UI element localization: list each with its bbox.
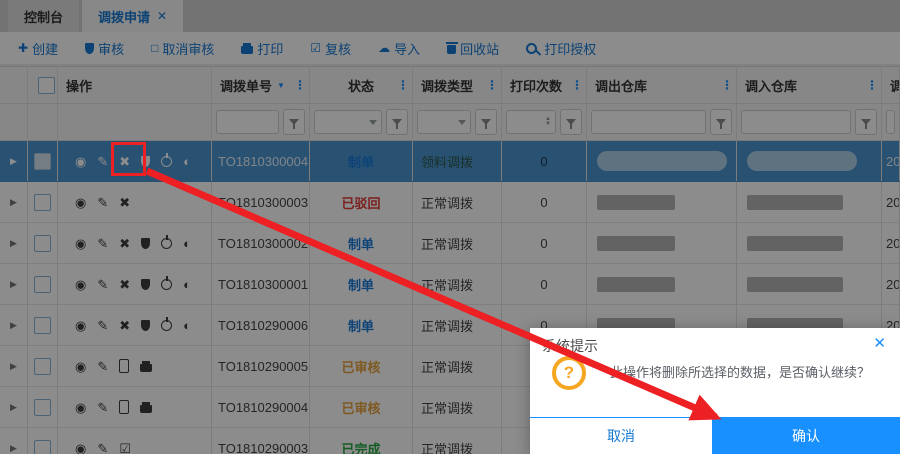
confirm-button[interactable]: 确认 bbox=[712, 418, 900, 454]
dialog-title: 系统提示 bbox=[542, 338, 598, 354]
close-icon[interactable]: ✕ bbox=[873, 334, 886, 352]
dialog-message: 此操作将删除所选择的数据，是否确认继续？ bbox=[610, 365, 871, 380]
question-icon: ? bbox=[552, 356, 586, 390]
cancel-button[interactable]: 取消 bbox=[530, 418, 712, 454]
app-window: 控制台 调拨申请 ✕ ✚ 创建 审核 □ 取消审核 打印 ☑ 复核 ☁ 导入 回收站 打印授权 操作 调拨单… bbox=[0, 0, 900, 454]
dialog-footer: 取消 确认 bbox=[530, 417, 900, 454]
annotation-highlight-box bbox=[111, 142, 146, 176]
confirm-dialog: 系统提示 ✕ ? 此操作将删除所选择的数据，是否确认继续？ 取消 确认 bbox=[530, 328, 900, 454]
